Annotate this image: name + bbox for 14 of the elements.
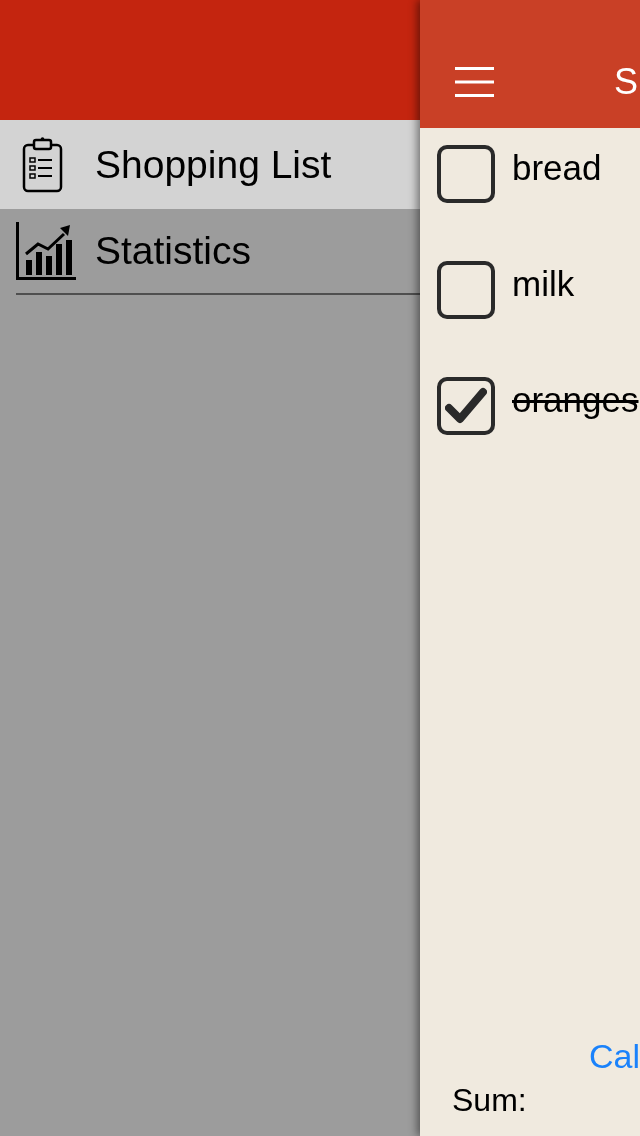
checkmark-icon [445,387,487,425]
clipboard-checklist-icon [22,136,63,193]
item-label: milk [512,263,575,305]
menu-item[interactable]: Statistics [16,209,420,295]
item-label: bread [512,147,602,189]
checkbox[interactable] [437,377,495,435]
sum-label: Sum: [451,1081,527,1120]
checkbox[interactable] [437,261,495,319]
menu-icon[interactable] [455,67,494,97]
header-title: S [614,61,638,103]
item-label: oranges [512,379,639,421]
menu-item[interactable]: Shopping List [0,120,420,209]
bar-chart-icon [16,222,76,280]
checkbox[interactable] [437,145,495,203]
